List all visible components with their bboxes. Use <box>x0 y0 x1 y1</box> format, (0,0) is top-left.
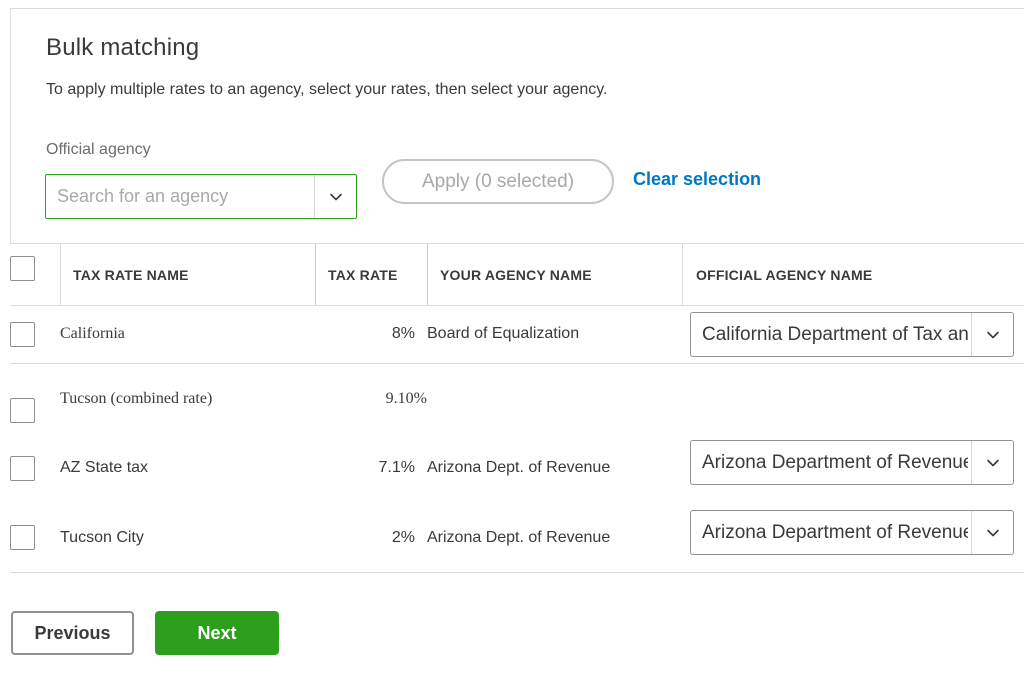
official-agency-select[interactable]: Arizona Department of Revenue <box>690 510 1014 555</box>
row-checkbox[interactable] <box>10 525 35 550</box>
column-header-tax-rate[interactable]: TAX RATE <box>328 244 398 305</box>
select-divider <box>971 511 972 554</box>
official-agency-value: Arizona Department of Revenue <box>702 522 968 543</box>
column-header-tax-rate-name[interactable]: TAX RATE NAME <box>73 244 189 305</box>
tax-rate-name-cell: AZ State tax <box>60 459 149 476</box>
bulk-matching-panel: Bulk matching To apply multiple rates to… <box>10 8 1024 244</box>
column-header-official-agency-name[interactable]: OFFICIAL AGENCY NAME <box>696 244 872 305</box>
row-divider <box>10 363 1024 364</box>
your-agency-name-cell: Board of Equalization <box>427 325 580 342</box>
row-checkbox[interactable] <box>10 398 35 423</box>
official-agency-value: California Department of Tax and Fee Adm… <box>702 324 968 345</box>
select-all-checkbox[interactable] <box>10 256 35 281</box>
your-agency-name-cell: Arizona Dept. of Revenue <box>427 529 611 546</box>
tax-rate-cell: 9.10% <box>385 390 427 407</box>
chevron-down-icon[interactable] <box>985 525 1001 541</box>
official-agency-label: Official agency <box>46 141 151 158</box>
row-checkbox[interactable] <box>10 456 35 481</box>
previous-button[interactable]: Previous <box>11 611 134 655</box>
tax-rate-name-cell: Tucson City <box>60 529 144 546</box>
apply-button[interactable]: Apply (0 selected) <box>382 159 614 204</box>
select-divider <box>971 313 972 356</box>
tax-rate-name-cell: California <box>60 325 125 342</box>
your-agency-name-cell: Arizona Dept. of Revenue <box>427 459 611 476</box>
row-checkbox[interactable] <box>10 322 35 347</box>
chevron-down-icon[interactable] <box>985 327 1001 343</box>
page-title: Bulk matching <box>46 34 200 61</box>
page-subtitle: To apply multiple rates to an agency, se… <box>46 81 608 98</box>
column-divider <box>60 244 61 305</box>
tax-rate-cell: 8% <box>391 325 415 342</box>
row-divider <box>10 572 1024 573</box>
official-agency-value: Arizona Department of Revenue <box>702 452 968 473</box>
official-agency-select[interactable]: California Department of Tax and Fee Adm… <box>690 312 1014 357</box>
select-divider <box>971 441 972 484</box>
column-resize-handle[interactable] <box>315 244 316 305</box>
clear-selection-link[interactable]: Clear selection <box>633 169 761 190</box>
next-button[interactable]: Next <box>155 611 279 655</box>
official-agency-select[interactable]: Arizona Department of Revenue <box>690 440 1014 485</box>
table-header: TAX RATE NAME TAX RATE YOUR AGENCY NAME … <box>10 244 1024 306</box>
column-resize-handle[interactable] <box>427 244 428 305</box>
combobox-divider <box>314 175 315 218</box>
chevron-down-icon[interactable] <box>985 455 1001 471</box>
tax-rate-cell: 7.1% <box>378 459 415 476</box>
tax-rate-cell: 2% <box>391 529 415 546</box>
column-divider <box>682 244 683 305</box>
tax-rate-name-cell: Tucson (combined rate) <box>60 390 213 407</box>
agency-search-combobox[interactable] <box>45 174 357 219</box>
chevron-down-icon[interactable] <box>328 189 344 205</box>
column-header-your-agency-name[interactable]: YOUR AGENCY NAME <box>440 244 592 305</box>
agency-search-input[interactable] <box>46 175 314 218</box>
